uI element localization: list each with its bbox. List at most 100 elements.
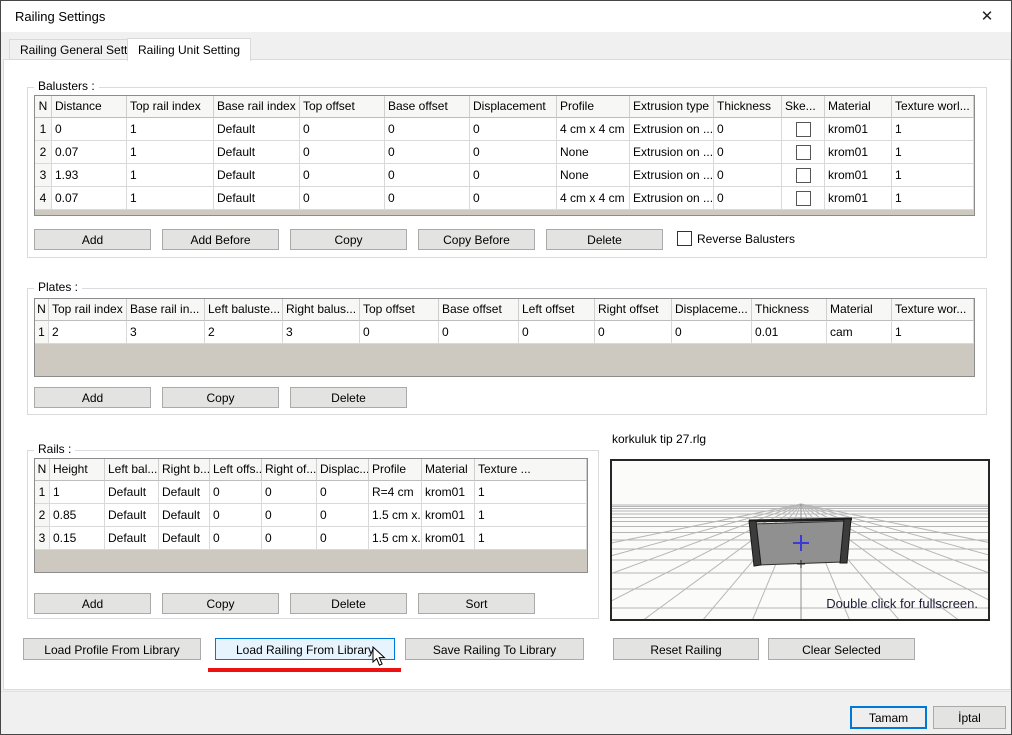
column-header[interactable]: Base offset [385,96,470,118]
table-cell[interactable]: 1 [127,141,214,164]
table-cell[interactable]: 1 [127,187,214,210]
table-cell[interactable]: 0 [385,164,470,187]
row-header[interactable]: 3 [35,164,52,187]
table-cell[interactable]: R=4 cm [369,481,422,504]
column-header[interactable]: N [35,459,50,481]
table-cell[interactable]: Default [105,481,159,504]
table-cell[interactable]: Default [214,187,300,210]
table-cell[interactable]: Extrusion on ... [630,118,714,141]
table-cell[interactable]: krom01 [422,504,475,527]
table-cell[interactable]: Extrusion on ... [630,187,714,210]
column-header[interactable]: Texture wor... [892,299,974,321]
column-header[interactable]: Height [50,459,105,481]
column-header[interactable]: N [35,96,52,118]
table-cell[interactable]: 1 [127,164,214,187]
balusters-delete-button[interactable]: Delete [546,229,663,250]
row-header[interactable]: 4 [35,187,52,210]
table-cell[interactable]: 4 cm x 4 cm [557,187,630,210]
table-cell[interactable]: 0 [385,141,470,164]
row-header[interactable]: 2 [35,504,50,527]
table-cell[interactable]: 0.85 [50,504,105,527]
table-cell[interactable]: 0 [672,321,752,344]
table-cell[interactable]: 0 [210,481,262,504]
column-header[interactable]: Left bal... [105,459,159,481]
ok-button[interactable]: Tamam [850,706,927,729]
table-cell[interactable]: 1 [892,118,974,141]
reverse-balusters-checkbox[interactable]: Reverse Balusters [677,231,795,246]
table-cell[interactable]: cam [827,321,892,344]
table-cell[interactable]: Default [105,527,159,550]
column-header[interactable]: Top offset [300,96,385,118]
table-cell[interactable]: Default [159,527,210,550]
table-cell[interactable]: 2 [49,321,127,344]
balusters-copy-button[interactable]: Copy [290,229,407,250]
column-header[interactable]: Displac... [317,459,369,481]
table-cell[interactable]: 0 [317,504,369,527]
table-cell[interactable]: Default [214,164,300,187]
row-header[interactable]: 1 [35,481,50,504]
table-cell[interactable]: krom01 [825,118,892,141]
table-cell[interactable]: 0 [714,141,782,164]
column-header[interactable]: Profile [369,459,422,481]
table-cell[interactable]: 1.5 cm x... [369,527,422,550]
column-header[interactable]: Displacement [470,96,557,118]
table-cell[interactable]: 1.93 [52,164,127,187]
reset-railing-button[interactable]: Reset Railing [613,638,759,660]
table-cell[interactable]: 0 [470,118,557,141]
column-header[interactable]: Texture ... [475,459,587,481]
table-cell[interactable]: 0 [300,118,385,141]
table-cell[interactable]: 0 [385,187,470,210]
table-cell[interactable]: 0 [262,481,317,504]
table-cell[interactable]: 1 [892,187,974,210]
table-cell[interactable]: Default [159,504,210,527]
table-cell[interactable]: 1 [892,164,974,187]
table-cell[interactable]: 0 [714,118,782,141]
balusters-copy-before-button[interactable]: Copy Before [418,229,535,250]
load-railing-from-library-button[interactable]: Load Railing From Library [215,638,395,660]
table-cell[interactable]: 0 [470,141,557,164]
rails-copy-button[interactable]: Copy [162,593,279,614]
table-cell[interactable]: 0 [300,141,385,164]
table-cell[interactable]: 1 [50,481,105,504]
table-cell[interactable]: 0 [317,527,369,550]
column-header[interactable]: Thickness [714,96,782,118]
table-cell[interactable]: 0 [595,321,672,344]
table-cell[interactable]: 0.15 [50,527,105,550]
column-header[interactable]: Material [825,96,892,118]
table-cell[interactable]: 0.07 [52,187,127,210]
row-header[interactable]: 1 [35,321,49,344]
column-header[interactable]: Displaceme... [672,299,752,321]
table-cell[interactable]: krom01 [825,141,892,164]
table-cell[interactable]: Default [159,481,210,504]
column-header[interactable]: Texture worl... [892,96,974,118]
table-cell[interactable]: Default [105,504,159,527]
table-cell[interactable]: 0 [714,164,782,187]
table-cell[interactable]: 1 [475,527,587,550]
table-cell[interactable]: 0 [714,187,782,210]
table-cell[interactable]: 1 [475,481,587,504]
table-cell[interactable]: 1 [127,118,214,141]
table-cell[interactable]: 0 [360,321,439,344]
table-cell[interactable]: 1 [475,504,587,527]
table-cell[interactable]: 0 [439,321,519,344]
table-cell[interactable]: 0 [519,321,595,344]
clear-selected-button[interactable]: Clear Selected [768,638,915,660]
sketch-checkbox[interactable] [796,191,811,206]
table-cell[interactable]: krom01 [422,481,475,504]
column-header[interactable]: Top rail index [127,96,214,118]
column-header[interactable]: Top offset [360,299,439,321]
table-cell[interactable]: 0 [385,118,470,141]
table-cell[interactable]: 0 [300,164,385,187]
table-cell[interactable]: 0 [317,481,369,504]
load-profile-from-library-button[interactable]: Load Profile From Library [23,638,201,660]
column-header[interactable]: Thickness [752,299,827,321]
table-cell[interactable]: 0 [210,504,262,527]
balusters-add-before-button[interactable]: Add Before [162,229,279,250]
rails-table[interactable]: NHeightLeft bal...Right b...Left offs...… [34,458,588,573]
row-header[interactable]: 1 [35,118,52,141]
column-header[interactable]: Extrusion type [630,96,714,118]
table-cell[interactable]: krom01 [422,527,475,550]
table-cell[interactable]: Default [214,141,300,164]
table-cell[interactable]: 1 [892,141,974,164]
column-header[interactable]: Material [827,299,892,321]
